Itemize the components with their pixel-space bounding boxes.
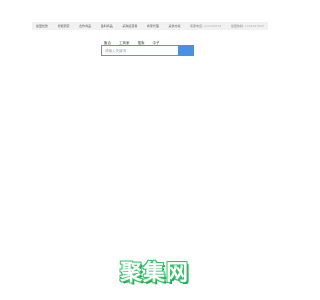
search-button[interactable] — [178, 45, 194, 56]
nav-item-1[interactable]: 加盟优势 — [36, 24, 48, 28]
search-input[interactable] — [101, 45, 178, 56]
nav-hint-phone-value: 012345678 — [204, 24, 222, 28]
nav-hint-phone-label: 客服电话: — [190, 24, 204, 28]
search-box — [101, 45, 194, 56]
nav-item-6[interactable]: 商家代理 — [147, 24, 159, 28]
nav-hint-phone: 客服电话:012345678 — [190, 24, 221, 28]
nav-item-3[interactable]: 合作商品 — [79, 24, 91, 28]
nav-item-5[interactable]: 采购运营者 — [122, 24, 137, 28]
nav-hint-hotline-label: 加盟热线: — [230, 24, 244, 28]
nav-hint-hotline-value: 1234567890 — [244, 24, 264, 28]
nav-item-4[interactable]: 备料商品 — [101, 24, 113, 28]
top-navigation-bar: 加盟优势 智能研究 合作商品 备料商品 采购运营者 商家代理 采供方案 客服电话… — [32, 22, 268, 30]
brand-logo: 聚集网 — [120, 261, 190, 286]
nav-item-2[interactable]: 智能研究 — [58, 24, 70, 28]
nav-hint-hotline: 加盟热线:1234567890 — [231, 24, 264, 28]
nav-item-7[interactable]: 采供方案 — [168, 24, 180, 28]
